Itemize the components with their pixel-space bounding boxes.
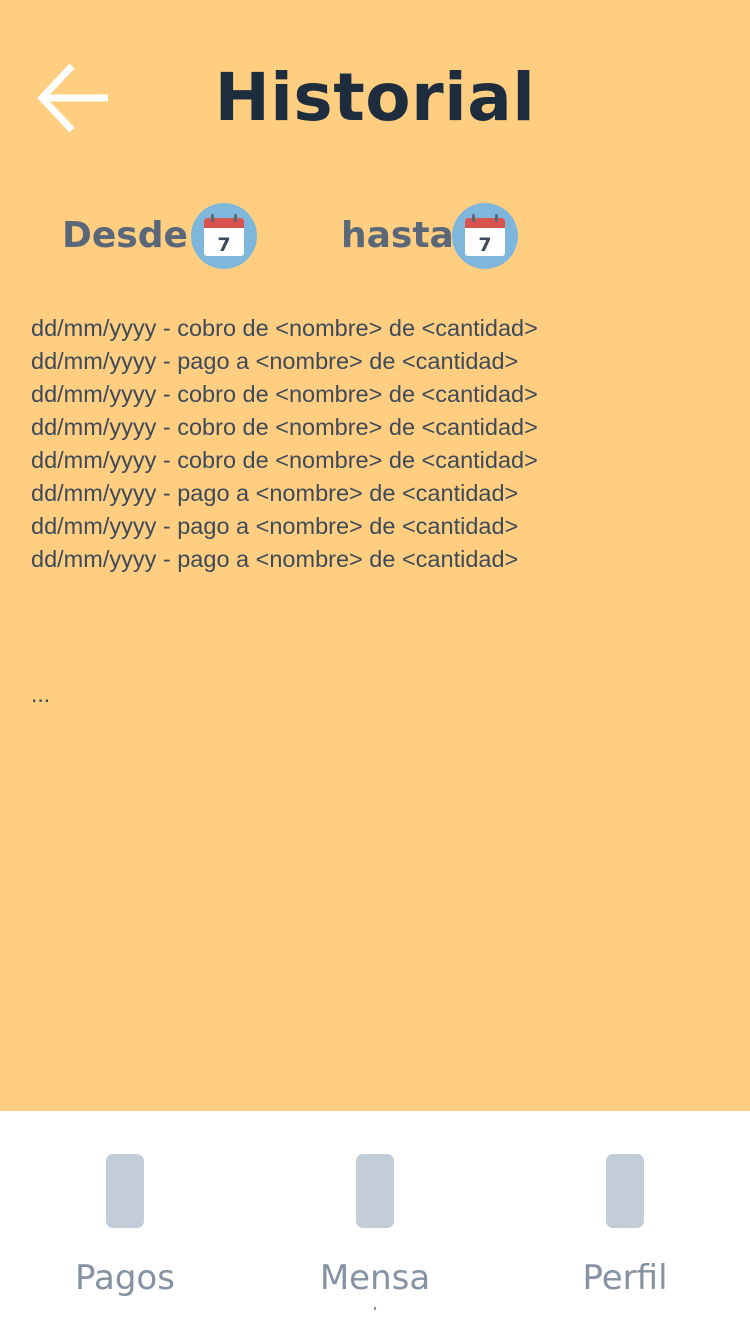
nav-item-pagos[interactable]: Pagos <box>0 1111 250 1334</box>
history-entry: dd/mm/yyyy - pago a <nombre> de <cantida… <box>31 480 519 506</box>
history-entry: dd/mm/yyyy - pago a <nombre> de <cantida… <box>31 546 519 572</box>
history-list: dd/mm/yyyy - cobro de <nombre> de <canti… <box>31 312 731 576</box>
pagos-icon <box>106 1154 144 1228</box>
history-entry: dd/mm/yyyy - cobro de <nombre> de <canti… <box>31 447 538 473</box>
to-date-picker-button[interactable]: 7 <box>452 203 518 269</box>
history-entry: dd/mm/yyyy - cobro de <nombre> de <canti… <box>31 414 538 440</box>
bottom-nav: Pagos Mensa Perfil <box>0 1111 750 1334</box>
perfil-icon <box>606 1154 644 1228</box>
page-title: Historial <box>214 59 536 136</box>
nav-item-label: Perfil <box>582 1258 668 1298</box>
history-entry: dd/mm/yyyy - cobro de <nombre> de <canti… <box>31 315 538 341</box>
more-entries-ellipsis: ... <box>31 681 51 707</box>
history-entry: dd/mm/yyyy - pago a <nombre> de <cantida… <box>31 513 519 539</box>
history-entry: dd/mm/yyyy - cobro de <nombre> de <canti… <box>31 381 538 407</box>
mensajes-icon <box>356 1154 394 1228</box>
nav-item-label: Pagos <box>75 1258 175 1298</box>
calendar-icon: 7 <box>204 214 244 256</box>
nav-item-mensajes[interactable]: Mensa <box>250 1111 500 1334</box>
label-overflow-mark <box>374 1307 376 1310</box>
history-screen: Historial Desde 7 hasta 7 dd/mm/yyyy - c… <box>0 0 750 1111</box>
to-date-label: hasta <box>341 215 454 256</box>
calendar-day-number: 7 <box>478 234 491 256</box>
calendar-icon: 7 <box>465 214 505 256</box>
nav-item-label: Mensa <box>319 1258 431 1298</box>
calendar-day-number: 7 <box>217 234 230 256</box>
from-date-picker-button[interactable]: 7 <box>191 203 257 269</box>
nav-item-perfil[interactable]: Perfil <box>500 1111 750 1334</box>
history-entry: dd/mm/yyyy - pago a <nombre> de <cantida… <box>31 348 519 374</box>
from-date-label: Desde <box>62 215 188 256</box>
